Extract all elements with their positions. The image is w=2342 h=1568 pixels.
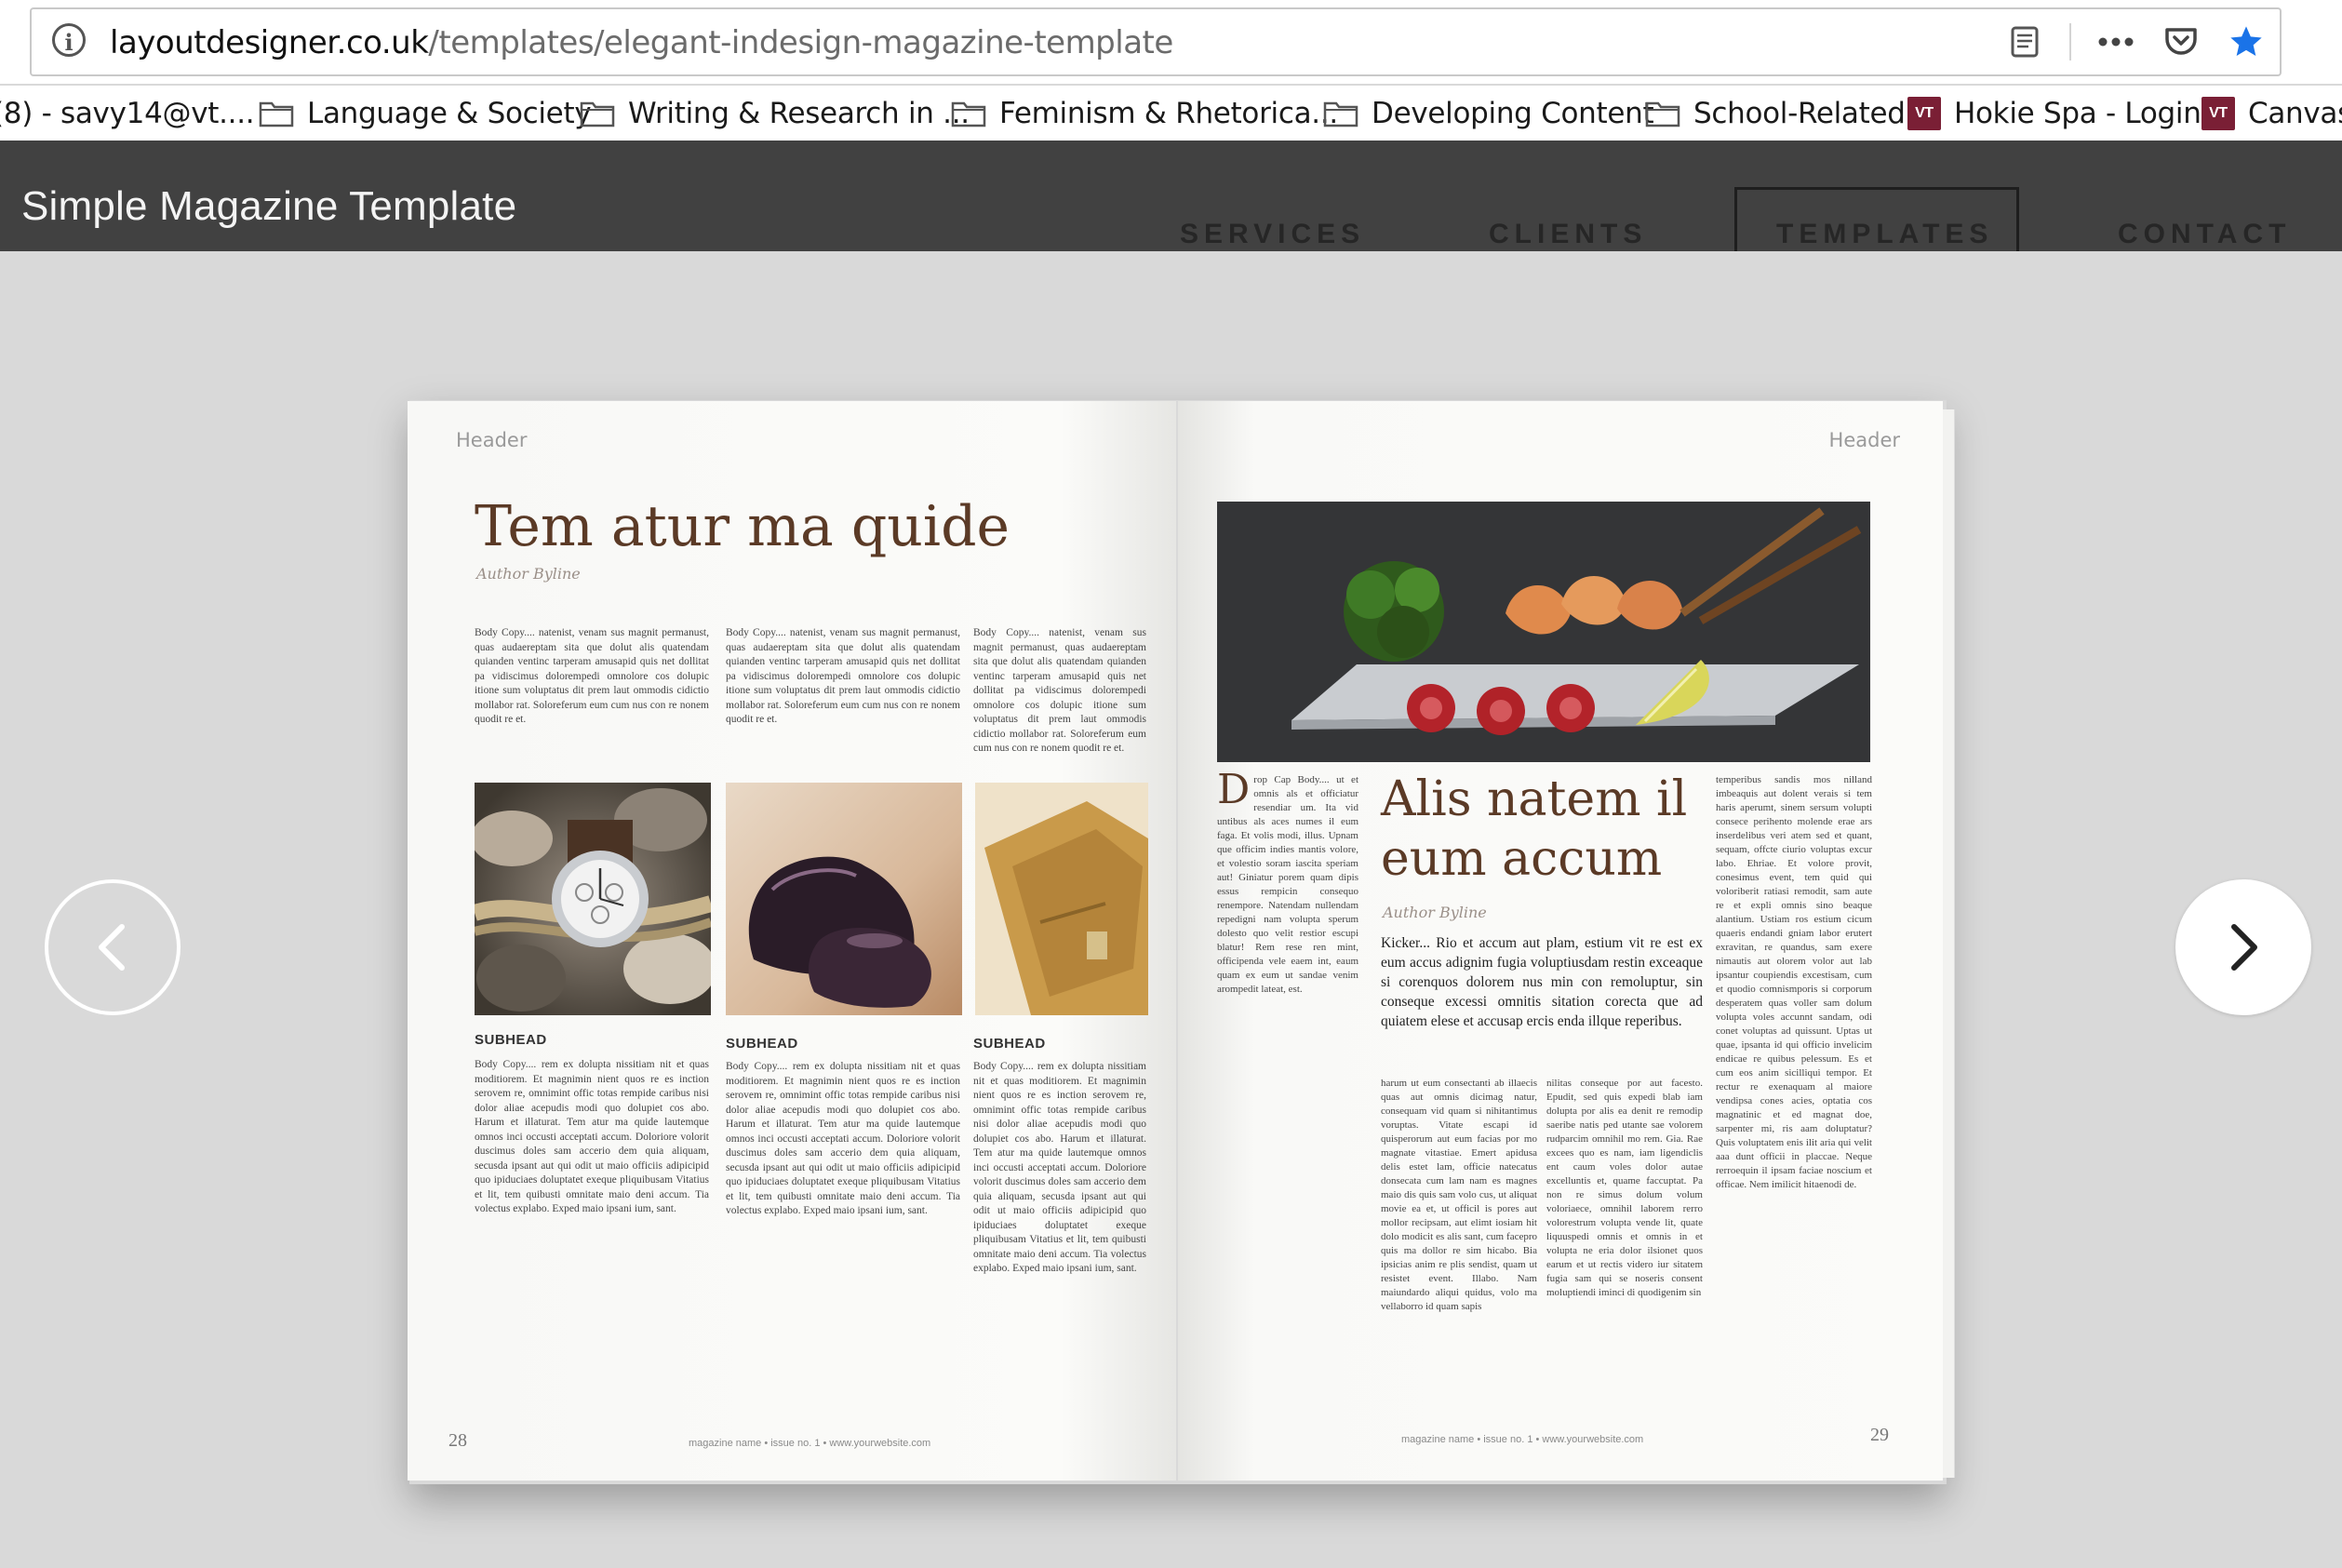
reader-view-icon[interactable] (2004, 21, 2045, 62)
toolbar-separator (2069, 23, 2071, 60)
folder-icon (1645, 100, 1680, 127)
bookmark-folder-developing-content[interactable]: Developing Content (1323, 93, 1654, 134)
nav-services[interactable]: SERVICES (1180, 219, 1365, 250)
url-domain: layoutdesigner.co.uk (110, 24, 429, 61)
sub-column-1: Body Copy.... rem ex dolupta nissitiam n… (475, 1059, 709, 1214)
bookmark-hokie-spa[interactable]: VT Hokie Spa - Login (1907, 93, 2201, 134)
bookmark-label: Developing Content (1372, 97, 1654, 130)
bookmark-label: Writing & Research in ... (628, 97, 970, 130)
url-path: /templates/elegant-indesign-magazine-tem… (428, 24, 1173, 61)
folder-icon (259, 100, 294, 127)
subhead-2: SUBHEAD (726, 1036, 798, 1052)
sub-column-2: Body Copy.... rem ex dolupta nissitiam n… (726, 1061, 960, 1216)
browser-toolbar: i layoutdesigner.co.uk/templates/elegant… (0, 0, 2342, 84)
folder-icon (1323, 100, 1358, 127)
bookmark-folder-feminism-rhetorica[interactable]: Feminism & Rhetorica... (951, 93, 1338, 134)
nav-clients[interactable]: CLIENTS (1489, 219, 1647, 250)
dropcap-letter: D (1217, 773, 1251, 813)
right-body-column-1: harum ut eum consectanti ab illaecis qua… (1381, 1078, 1537, 1312)
site-header: Simple Magazine Template SERVICES CLIENT… (0, 141, 2342, 254)
bookmark-label: School-Related (1693, 97, 1906, 130)
page-number-right: 29 (1870, 1425, 1889, 1445)
carousel-prev-button[interactable] (45, 879, 181, 1015)
folder-icon (580, 100, 615, 127)
watch-photo (475, 783, 711, 1015)
page-header-label: Header (456, 429, 528, 451)
bookmark-folder-school-related[interactable]: School-Related (1645, 93, 1906, 134)
bookmark-label: Feminism & Rhetorica... (999, 97, 1338, 130)
sub-column-3: Body Copy.... rem ex dolupta nissitiam n… (973, 1061, 1146, 1274)
subhead-1: SUBHEAD (475, 1032, 547, 1048)
bookmark-label: Language & Society (307, 97, 592, 130)
dropcap-column: Drop Cap Body.... ut et omnis als et off… (1217, 773, 1358, 1266)
address-bar-actions (2004, 19, 2267, 65)
bookmark-label: Canvas (2248, 97, 2342, 130)
bookmark-canvas[interactable]: VT Canvas (2201, 93, 2342, 134)
info-icon[interactable]: i (52, 23, 86, 57)
bookmark-label: (8) - savy14@vt.... (0, 97, 255, 130)
bookmark-item-email[interactable]: (8) - savy14@vt.... (0, 93, 255, 134)
magazine-left-page: Header Tem atur ma quide Author Byline B… (408, 401, 1176, 1481)
bookmarks-bar: (8) - savy14@vt.... Language & Society W… (0, 86, 2342, 143)
url-text[interactable]: layoutdesigner.co.uk/templates/elegant-i… (110, 24, 1173, 61)
right-body-column-3: temperibus sandis mos nilland imbeaquis … (1716, 774, 1872, 1190)
shrimp-dish-photo (1217, 502, 1870, 762)
nav-templates[interactable]: TEMPLATES (1776, 219, 1993, 250)
right-headline-line1: Alis natem il (1381, 771, 1688, 827)
more-icon[interactable] (2095, 21, 2136, 62)
chevron-right-icon (2231, 924, 2257, 971)
template-carousel: Header Tem atur ma quide Author Byline B… (0, 251, 2342, 1568)
nav-contact[interactable]: CONTACT (2118, 219, 2291, 250)
site-title[interactable]: Simple Magazine Template (21, 183, 516, 230)
chevron-left-icon (99, 924, 125, 971)
bookmark-star-icon[interactable] (2226, 21, 2267, 62)
carousel-next-button[interactable] (2175, 879, 2311, 1015)
vt-logo-icon: VT (2201, 97, 2235, 130)
left-byline: Author Byline (476, 565, 581, 583)
bookmark-folder-writing-research[interactable]: Writing & Research in ... (580, 93, 970, 134)
folder-icon (951, 100, 986, 127)
page-footer-right: magazine name • issue no. 1 • www.yourwe… (1401, 1434, 1644, 1445)
shoes-photo (726, 783, 962, 1015)
bookmark-label: Hokie Spa - Login (1954, 97, 2201, 130)
right-headline: Alis natem il eum accum (1381, 770, 1687, 889)
subhead-3: SUBHEAD (973, 1036, 1046, 1052)
body-column-3: Body Copy.... natenist, venam sus magnit… (973, 627, 1146, 754)
body-column-1: Body Copy.... natenist, venam sus magnit… (475, 627, 709, 725)
bookmark-folder-language-society[interactable]: Language & Society (259, 93, 592, 134)
page-header-label: Header (1828, 429, 1900, 451)
pocket-icon[interactable] (2161, 21, 2201, 62)
kicker-text: Kicker... Rio et accum aut plam, estium … (1381, 935, 1703, 1029)
bag-photo (975, 783, 1148, 1015)
page-footer-left: magazine name • issue no. 1 • www.yourwe… (689, 1438, 931, 1449)
body-column-2: Body Copy.... natenist, venam sus magnit… (726, 627, 960, 725)
page-number-left: 28 (448, 1430, 467, 1451)
right-byline: Author Byline (1383, 904, 1487, 921)
address-bar[interactable]: i layoutdesigner.co.uk/templates/elegant… (30, 7, 2282, 76)
page-edge (1943, 409, 1955, 1478)
vt-logo-icon: VT (1907, 97, 1941, 130)
magazine-right-page: Header D rop Cap Body.... ut et omnis al… (1178, 401, 1943, 1481)
right-headline-line2: eum accum (1381, 831, 1663, 887)
right-body-column-2: nilitas conseque por aut facesto. Epudit… (1546, 1078, 1703, 1298)
left-headline: Tem atur ma quide (475, 494, 1010, 559)
